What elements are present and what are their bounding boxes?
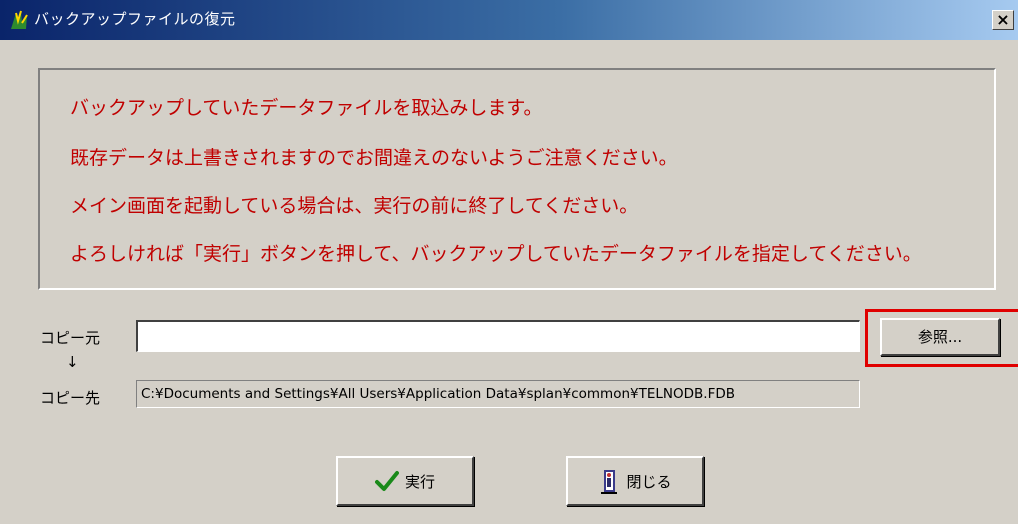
execute-button[interactable]: 実行 [336,456,474,506]
app-icon [11,10,28,29]
message-line-3: メイン画面を起動している場合は、実行の前に終了してください。 [70,195,639,217]
message-line-1: バックアップしていたデータファイルを取込みします。 [70,97,543,119]
close-icon[interactable]: × [992,10,1014,30]
checkmark-icon [374,471,399,491]
copy-direction-arrow: ↓ [66,353,79,371]
message-panel: バックアップしていたデータファイルを取込みします。 既存データは上書きされますの… [38,68,996,290]
title-bar[interactable]: バックアップファイルの復元 × [0,0,1018,40]
door-icon [601,470,618,494]
restore-backup-dialog: バックアップファイルの復元 × バックアップしていたデータファイルを取込みします… [0,0,1018,524]
message-line-2: 既存データは上書きされますのでお間違えのないようご注意ください。 [70,147,678,169]
execute-label: 実行 [404,472,435,491]
source-path-input[interactable] [136,320,860,352]
message-line-4: よろしければ「実行」ボタンを押して、バックアップしていたデータファイルを指定して… [70,243,922,265]
source-label: コピー元 [40,329,101,347]
destination-label: コピー先 [40,389,101,407]
window-title: バックアップファイルの復元 [34,10,236,28]
close-label: 閉じる [626,472,672,491]
close-button[interactable]: 閉じる [566,456,704,506]
browse-highlight-box [865,309,1018,367]
destination-path-field: C:¥Documents and Settings¥All Users¥Appl… [136,380,860,408]
